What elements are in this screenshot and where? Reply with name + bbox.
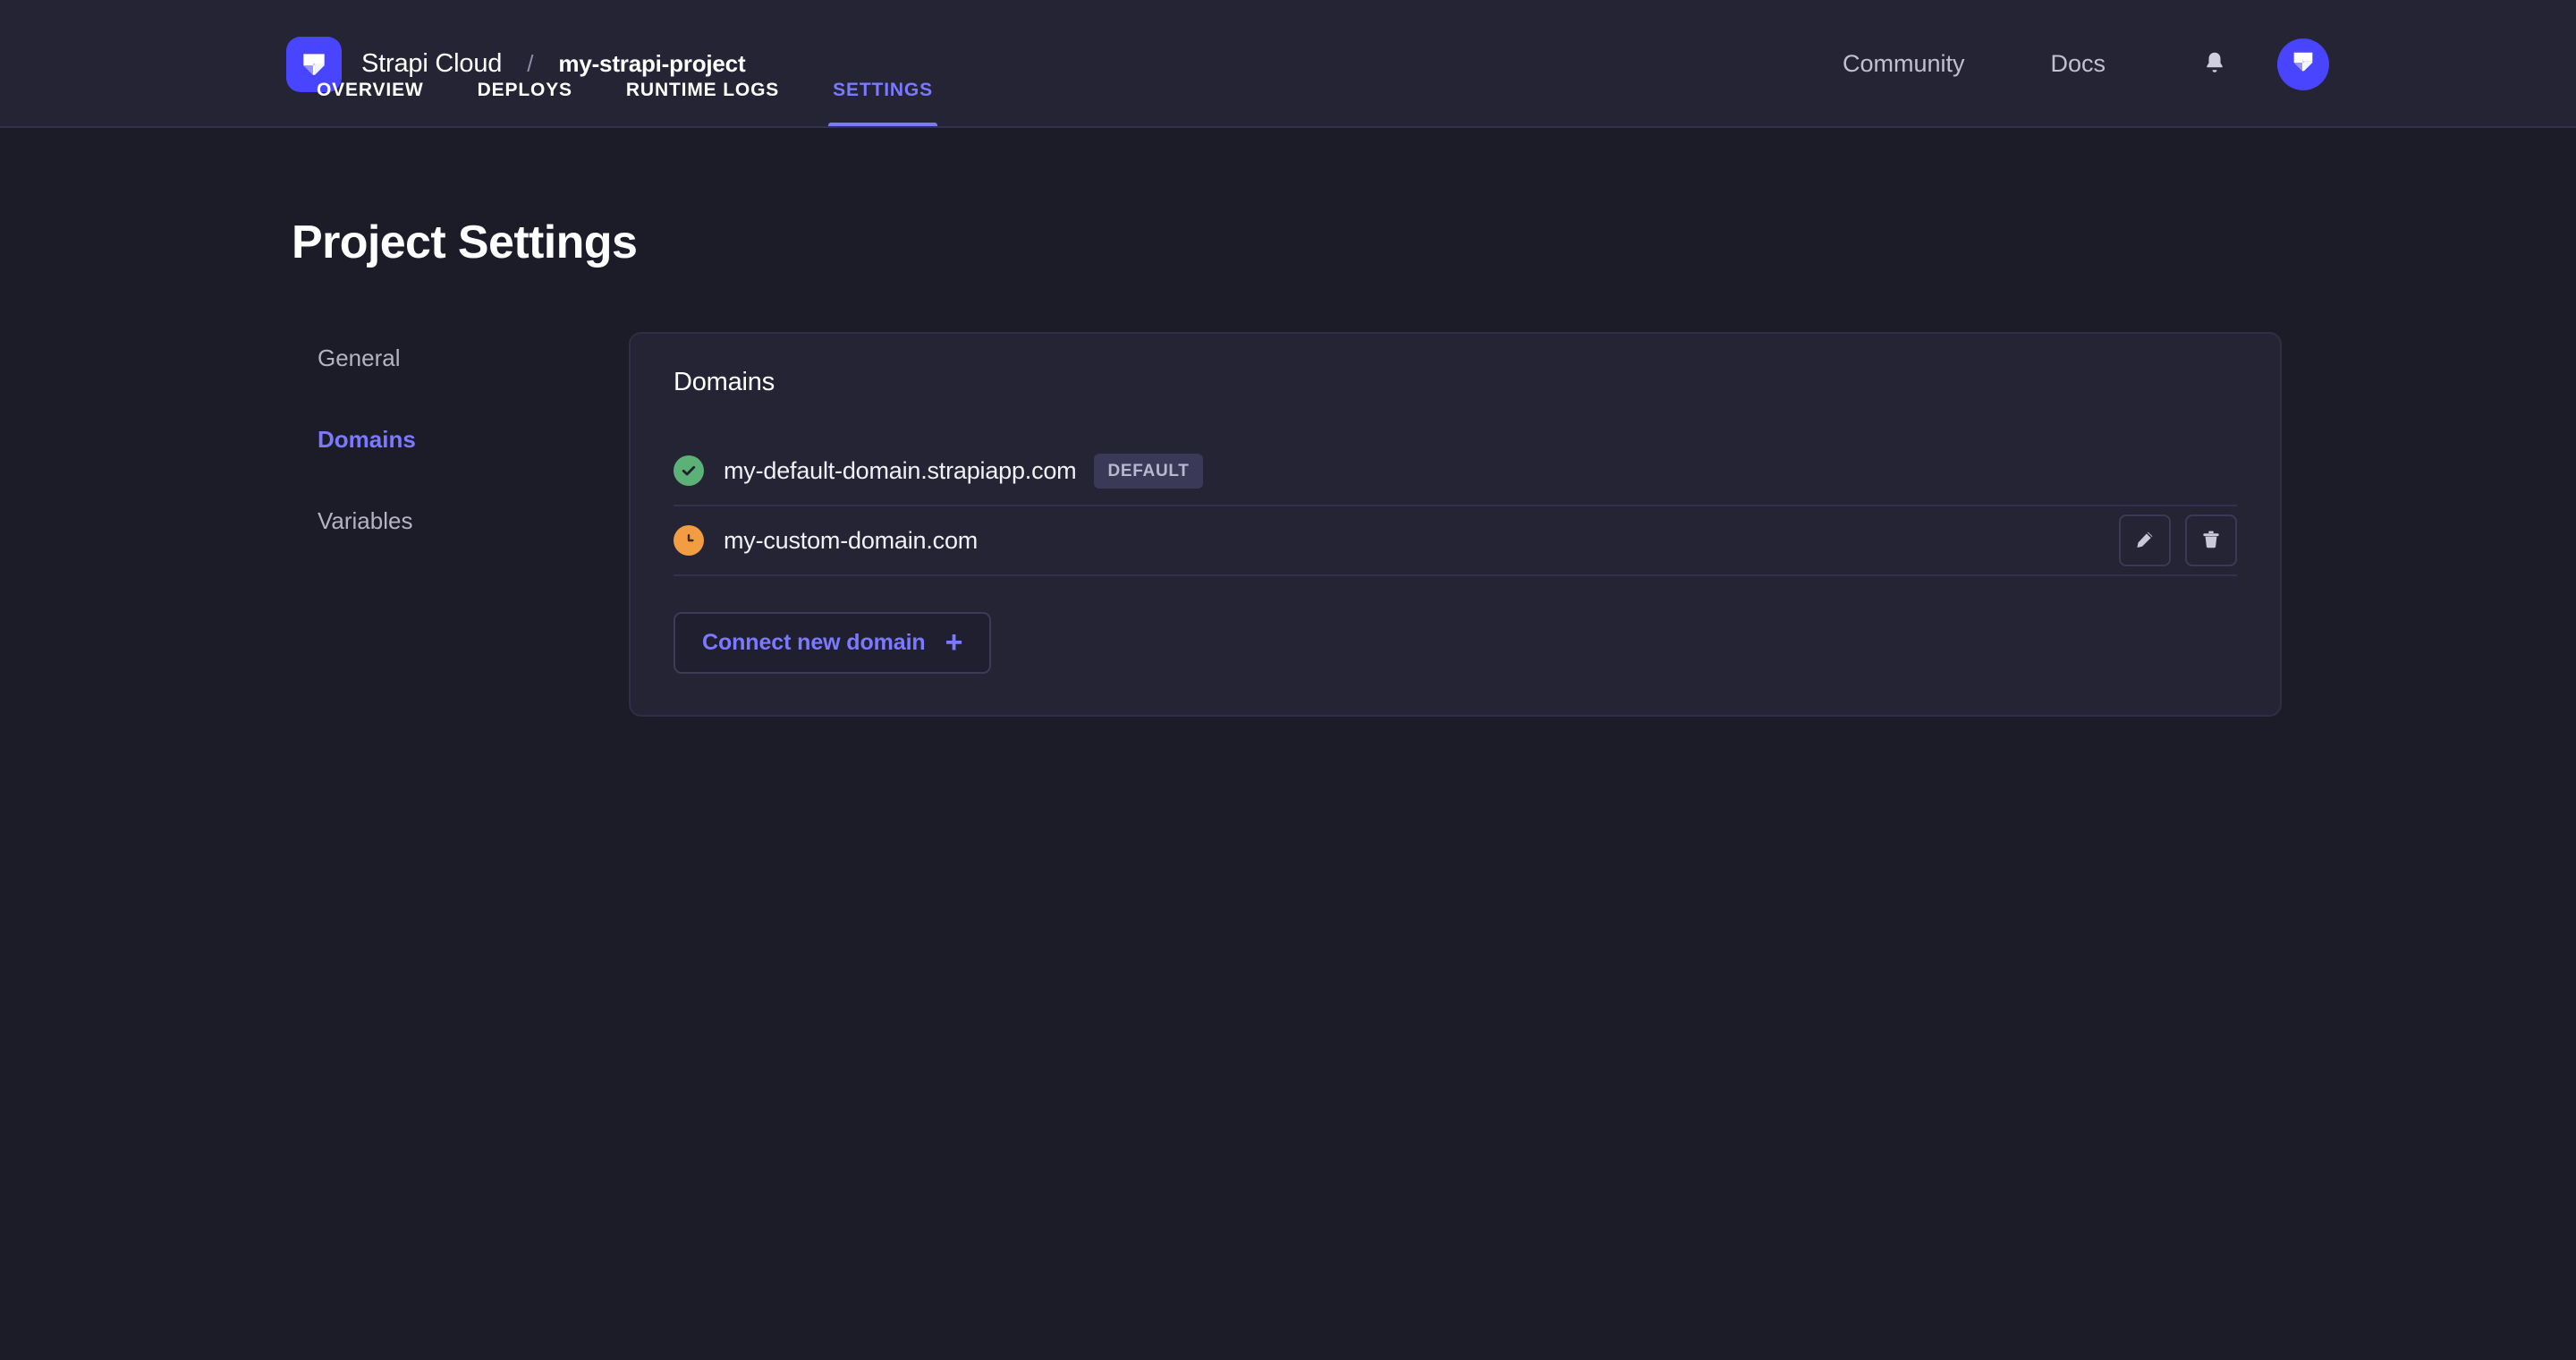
project-name[interactable]: my-strapi-project	[558, 50, 745, 78]
domains-panel: Domains my-default-domain.strapiapp.com …	[629, 332, 2282, 717]
plus-icon: +	[945, 625, 963, 660]
edit-domain-button[interactable]	[2119, 514, 2171, 566]
top-header-bar: Strapi Cloud / my-strapi-project Communi…	[0, 0, 2576, 128]
tab-overview[interactable]: Overview	[286, 80, 451, 128]
tab-runtime-logs[interactable]: Runtime Logs	[599, 80, 806, 128]
table-row: my-custom-domain.com	[674, 506, 2237, 576]
trash-icon	[2200, 529, 2222, 553]
sidebar-item-domains[interactable]: Domains	[318, 426, 416, 454]
settings-content: General Domains Variables Domains my-def…	[0, 332, 2576, 717]
pencil-icon	[2134, 529, 2156, 553]
page-body: Project Settings General Domains Variabl…	[0, 216, 2576, 717]
brand-name[interactable]: Strapi Cloud	[361, 49, 502, 79]
avatar[interactable]	[2277, 38, 2329, 90]
domain-name: my-default-domain.strapiapp.com	[724, 456, 1077, 484]
connect-new-domain-label: Connect new domain	[702, 630, 926, 655]
status-badge: DEFAULT	[1094, 453, 1203, 489]
tab-settings[interactable]: Settings	[806, 80, 960, 128]
strapi-avatar-icon	[2290, 48, 2317, 80]
tab-deploys[interactable]: Deploys	[451, 80, 599, 128]
community-link[interactable]: Community	[1800, 50, 2008, 78]
table-row: my-default-domain.strapiapp.com DEFAULT	[674, 437, 2237, 506]
header-actions: Community Docs	[1800, 38, 2576, 90]
row-actions	[2119, 514, 2237, 566]
project-tabs: Overview Deploys Runtime Logs Settings	[286, 80, 960, 128]
notifications-button[interactable]	[2190, 39, 2240, 89]
sidebar-item-general[interactable]: General	[318, 344, 401, 372]
header-divider	[0, 126, 2576, 128]
check-circle-icon	[674, 455, 704, 486]
connect-new-domain-button[interactable]: Connect new domain +	[674, 612, 992, 674]
panel-title: Domains	[674, 368, 775, 396]
breadcrumb-separator: /	[527, 50, 534, 77]
page-title: Project Settings	[292, 217, 638, 268]
domain-name: my-custom-domain.com	[724, 526, 979, 554]
bell-icon	[2203, 50, 2226, 79]
docs-link[interactable]: Docs	[2007, 50, 2148, 78]
clock-icon	[674, 525, 704, 556]
sidebar-item-variables[interactable]: Variables	[318, 507, 412, 535]
settings-sidebar: General Domains Variables	[318, 332, 629, 589]
delete-domain-button[interactable]	[2185, 514, 2237, 566]
